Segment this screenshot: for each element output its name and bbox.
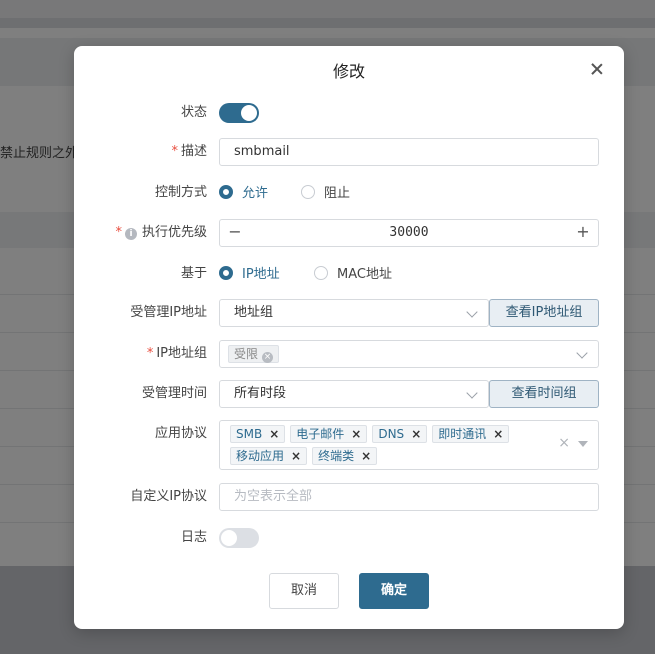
- view-ip-group-button[interactable]: 查看IP地址组: [489, 299, 599, 327]
- status-row: 状态: [74, 99, 624, 127]
- custom-ip-protocol-input[interactable]: 为空表示全部: [219, 483, 599, 511]
- info-icon[interactable]: i: [124, 228, 137, 240]
- radio-dot: [219, 185, 233, 199]
- priority-label: * i 执行优先级: [115, 225, 207, 240]
- custom-ip-protocol-label: 自定义IP协议: [130, 489, 207, 504]
- radio-mac-address[interactable]: MAC地址: [314, 266, 392, 282]
- protocols-multiselect[interactable]: SMB × 电子邮件 × DNS × 即时通讯 × 移动应用 × 终端类 × ×: [219, 420, 599, 470]
- chevron-down-icon: [466, 387, 478, 399]
- tag-remove-icon[interactable]: ×: [262, 352, 274, 363]
- radio-ip-address[interactable]: IP地址: [219, 266, 280, 282]
- ip-group-select[interactable]: 受限 ×: [219, 340, 599, 368]
- confirm-button[interactable]: 确定: [359, 573, 429, 609]
- protocol-tag: 终端类 ×: [312, 447, 378, 465]
- toggle-knob: [241, 105, 257, 121]
- tag-remove-icon[interactable]: ×: [493, 427, 503, 441]
- caret-down-icon[interactable]: [578, 441, 588, 447]
- tag-remove-icon[interactable]: ×: [291, 449, 301, 463]
- radio-dot: [301, 185, 315, 199]
- radio-block[interactable]: 阻止: [301, 185, 350, 201]
- control-mode-row: 控制方式 允许 阻止: [74, 179, 624, 207]
- required-mark: *: [146, 346, 154, 361]
- protocol-tag: 即时通讯 ×: [432, 425, 510, 443]
- toggle-knob: [221, 530, 237, 546]
- protocol-tag: SMB ×: [230, 425, 286, 443]
- radio-dot: [314, 266, 328, 280]
- radio-allow[interactable]: 允许: [219, 185, 268, 201]
- view-time-group-button[interactable]: 查看时间组: [489, 380, 599, 408]
- protocol-tag: 移动应用 ×: [230, 447, 308, 465]
- managed-ip-row: 受管理IP地址 地址组 查看IP地址组: [74, 299, 624, 327]
- control-mode-label: 控制方式: [154, 185, 207, 200]
- chevron-down-icon: [576, 347, 588, 359]
- tag-remove-icon[interactable]: ×: [351, 427, 361, 441]
- based-on-label: 基于: [180, 266, 207, 281]
- ip-group-tag: 受限 ×: [228, 345, 280, 363]
- increment-button[interactable]: +: [568, 220, 598, 246]
- cancel-button[interactable]: 取消: [269, 573, 339, 609]
- radio-dot: [219, 266, 233, 280]
- managed-time-value: 所有时段: [234, 386, 287, 401]
- managed-time-label: 受管理时间: [141, 386, 207, 401]
- protocols-row: 应用协议 SMB × 电子邮件 × DNS × 即时通讯 × 移动应用 × 终端类 × ×: [74, 420, 624, 470]
- log-row: 日志: [74, 524, 624, 552]
- clear-all-icon[interactable]: ×: [558, 435, 570, 451]
- custom-ip-protocol-row: 自定义IP协议 为空表示全部: [74, 483, 624, 511]
- managed-time-select[interactable]: 所有时段: [219, 380, 489, 408]
- status-toggle[interactable]: [219, 103, 259, 123]
- required-mark: *: [115, 225, 122, 240]
- description-input[interactable]: smbmail: [219, 138, 599, 166]
- dialog-title: 修改: [332, 62, 365, 81]
- description-row: * 描述 smbmail: [74, 138, 624, 166]
- based-on-row: 基于 IP地址 MAC地址: [74, 260, 624, 288]
- decrement-button[interactable]: −: [220, 220, 250, 246]
- tag-remove-icon[interactable]: ×: [361, 449, 371, 463]
- log-toggle[interactable]: [219, 528, 259, 548]
- status-label: 状态: [180, 105, 207, 120]
- log-label: 日志: [180, 530, 207, 545]
- managed-ip-value: 地址组: [234, 305, 274, 320]
- ip-group-label: * IP地址组: [146, 346, 207, 361]
- required-mark: *: [171, 144, 178, 159]
- priority-stepper: − 30000 +: [219, 219, 599, 247]
- managed-time-row: 受管理时间 所有时段 查看时间组: [74, 380, 624, 408]
- edit-dialog: 修改 状态 * 描述 smbmail 控制方式 允许 阻止 * i 执行优先级 − 3…: [74, 46, 624, 629]
- priority-row: * i 执行优先级 − 30000 +: [74, 219, 624, 247]
- managed-ip-select[interactable]: 地址组: [219, 299, 489, 327]
- protocol-tag: 电子邮件 ×: [290, 425, 368, 443]
- protocols-label: 应用协议: [154, 426, 207, 441]
- priority-input[interactable]: 30000: [250, 220, 568, 246]
- managed-ip-label: 受管理IP地址: [130, 305, 207, 320]
- ip-group-row: * IP地址组 受限 ×: [74, 340, 624, 368]
- tag-remove-icon[interactable]: ×: [269, 427, 279, 441]
- close-icon[interactable]: [588, 60, 606, 78]
- description-label: * 描述: [171, 144, 207, 159]
- protocol-tag: DNS ×: [372, 425, 428, 443]
- tag-remove-icon[interactable]: ×: [411, 427, 421, 441]
- chevron-down-icon: [466, 306, 478, 318]
